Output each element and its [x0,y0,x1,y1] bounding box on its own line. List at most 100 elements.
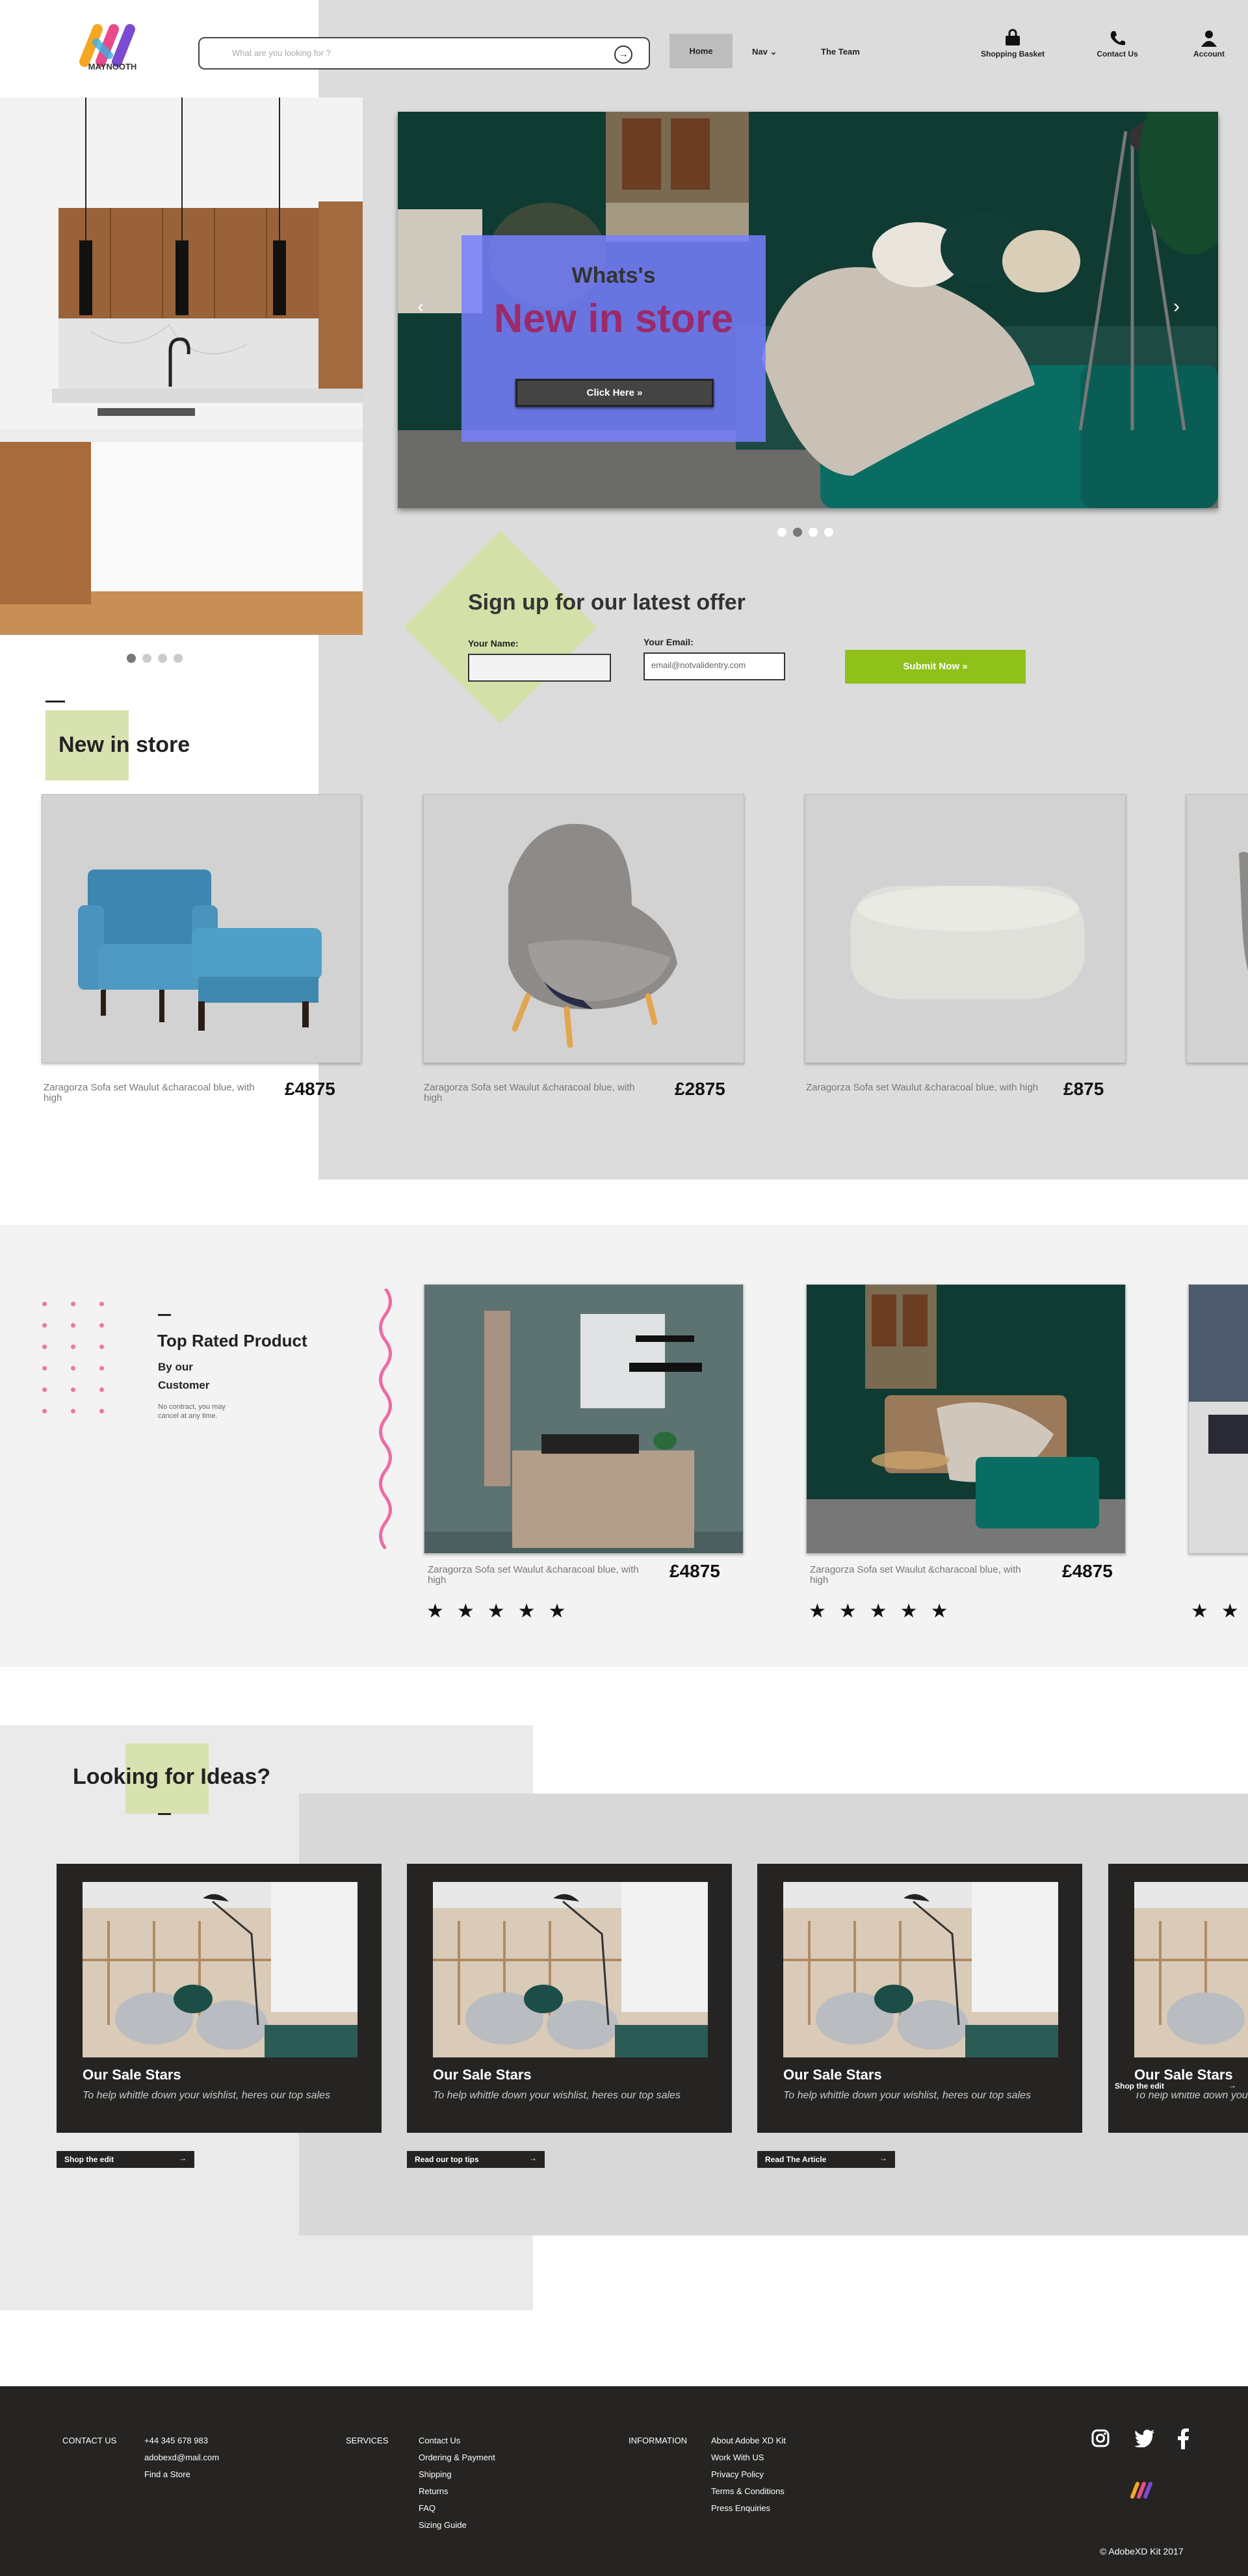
idea-card-image [783,1882,1058,2057]
footer-link[interactable]: FAQ [419,2500,495,2517]
footer-link[interactable]: Sizing Guide [419,2517,495,2534]
basket-label: Shopping Basket [980,49,1045,58]
submit-button[interactable]: Submit Now » [845,650,1026,684]
bathroom-vanity-illustration [424,1285,743,1553]
account-button[interactable]: Account [1170,27,1248,58]
search-arrow-icon[interactable]: → [614,45,632,64]
name-field[interactable] [468,654,611,682]
grey-chair-illustration [508,823,677,1048]
nav-home[interactable]: Home [670,34,733,68]
arrow-right-icon: → [879,2154,887,2163]
product-price: £4875 [285,1079,335,1099]
footer-link[interactable]: Contact Us [419,2432,495,2449]
twitter-icon[interactable] [1134,2429,1155,2447]
arrow-right-icon: → [529,2154,537,2163]
kitchen-carousel-image[interactable] [0,97,363,635]
footer-link[interactable]: Privacy Policy [711,2466,786,2483]
product-card-image[interactable] [42,794,361,1063]
idea-card-image [83,1882,358,2057]
footer-link[interactable]: About Adobe XD Kit [711,2432,786,2449]
contact-label: Contact Us [1097,49,1138,58]
nav-team[interactable]: The Team [821,47,860,57]
green-lounge-illustration [807,1285,1125,1553]
hero-next-arrow-icon[interactable]: › [1173,296,1180,318]
hero-click-here-button[interactable]: Click Here » [515,379,714,407]
footer-link[interactable]: Work With US [711,2449,786,2466]
account-icon [1201,31,1217,47]
read-top-tips-button[interactable]: Read our top tips → [407,2151,545,2168]
footer-info-list: About Adobe XD Kit Work With US Privacy … [711,2432,786,2517]
footer-services-list: Contact Us Ordering & Payment Shipping R… [419,2432,495,2534]
product-description: Zaragorza Sofa set Waulut &characoal blu… [424,1082,635,1103]
idea-card-title: Our Sale Stars [783,2067,882,2083]
kitchen-carousel-dots[interactable] [127,654,183,663]
footer-find-store[interactable]: Find a Store [144,2466,219,2483]
product-description: Zaragorza Sofa set Waulut &characoal blu… [810,1564,1021,1586]
footer-link[interactable]: Terms & Conditions [711,2483,786,2500]
account-label: Account [1193,49,1225,58]
idea-button-label: Shop the edit [64,2155,114,2164]
ideas-title: Looking for Ideas? [73,1764,271,1789]
shop-the-edit-button[interactable]: Shop the edit → [57,2151,194,2168]
footer-link[interactable]: Shipping [419,2466,495,2483]
email-field[interactable]: email@notvalidentry.com [644,652,785,680]
logo-text: MAYNOOTH [88,62,137,71]
read-article-button[interactable]: Read The Article → [757,2151,895,2168]
carousel-dot[interactable] [158,654,167,663]
shopping-basket-button[interactable]: Shopping Basket [974,27,1052,58]
top-rated-product-image[interactable] [424,1284,744,1554]
product-card-image-partial[interactable] [1186,794,1248,1063]
top-rated-product-image[interactable] [806,1284,1126,1554]
product-price: £2875 [675,1079,725,1099]
product-card-image[interactable] [805,794,1126,1063]
idea-card-desc: To help whittle down your wishlist, here… [433,2090,681,2101]
carousel-dot[interactable] [809,528,818,537]
idea-card-title: Our Sale Stars [83,2067,181,2083]
idea-card[interactable]: Our Sale Stars To help whittle down your… [57,1864,382,2133]
carousel-dot[interactable] [824,528,833,537]
section-dash [158,1314,171,1316]
instagram-icon[interactable] [1091,2428,1110,2448]
footer-contact-heading: CONTACT US [62,2436,117,2445]
top-rated-note: No contract, you may cancel at any time. [158,1403,226,1420]
hero-prev-arrow-icon[interactable]: ‹ [417,296,424,318]
section-dash [46,701,65,702]
product-price: £4875 [1062,1561,1113,1581]
footer-logo-icon[interactable] [1130,2480,1158,2501]
facebook-icon[interactable] [1176,2428,1190,2449]
nav-dropdown[interactable]: Nav ⌄ [752,47,777,57]
footer-link[interactable]: Ordering & Payment [419,2449,495,2466]
carousel-dot[interactable] [174,654,183,663]
carousel-dot[interactable] [777,528,786,537]
idea-card[interactable]: Our Sale Stars To help whittle down your… [757,1864,1082,2133]
top-rated-product-image-partial[interactable] [1188,1284,1248,1554]
footer-email[interactable]: adobexd@mail.com [144,2449,219,2466]
footer-services-heading: SERVICES [346,2436,389,2445]
product-description: Zaragorza Sofa set Waulut &characoal blu… [428,1564,639,1586]
contact-us-button[interactable]: Contact Us [1078,27,1156,58]
carousel-dot[interactable] [127,654,136,663]
hero-carousel-dots[interactable] [777,528,833,537]
top-rated-title: Top Rated Product [157,1331,307,1350]
wavy-line-decor [379,1289,392,1550]
carousel-dot[interactable] [142,654,151,663]
new-in-store-title: New in store [58,732,190,757]
idea-card[interactable]: Our Sale Stars To help whittle down your… [407,1864,732,2133]
footer-link[interactable]: Press Enquiries [711,2500,786,2517]
footer-phone[interactable]: +44 345 678 983 [144,2432,219,2449]
footer-contact-list: +44 345 678 983 adobexd@mail.com Find a … [144,2432,219,2483]
product-description: Zaragorza Sofa set Waulut &characoal blu… [806,1082,1039,1093]
shop-the-edit-button-partial[interactable]: Shop the edit → [1108,2080,1248,2093]
search-bar[interactable]: What are you looking for ? → [198,37,650,70]
rating-stars: ★★★★★ [809,1601,961,1622]
footer-link[interactable]: Returns [419,2483,495,2500]
signup-title: Sign up for our latest offer [468,590,746,615]
armchair-blue-illustration [78,869,322,1031]
product-card-image[interactable] [423,794,744,1063]
rating-stars: ★★★★★ [426,1601,579,1622]
carousel-dot[interactable] [793,528,802,537]
idea-button-label: Shop the edit [1115,2081,1164,2091]
search-input[interactable]: What are you looking for ? [232,48,331,58]
idea-card-title: Our Sale Stars [433,2067,532,2083]
idea-card-desc: To help whittle down your wishlist, here… [83,2090,330,2101]
